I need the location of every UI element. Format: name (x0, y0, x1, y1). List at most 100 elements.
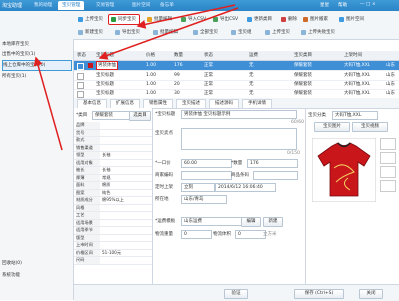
export-items-button[interactable]: 导出宝贝 (112, 27, 144, 38)
edit-template-button[interactable]: 编辑 (241, 217, 261, 227)
tab-image-space[interactable]: 图片空间 (128, 1, 154, 10)
item-category-select[interactable]: 大码T恤,XXL (332, 111, 378, 120)
sidebar-item-warehouse[interactable]: 线上仓库中的宝贝(0) (2, 60, 72, 71)
tab-memo[interactable]: 备忘单 (156, 1, 178, 10)
shipping-template-select[interactable]: 山东运费 (181, 217, 242, 226)
tab-mobile-detail[interactable]: 手机详情 (242, 99, 272, 108)
property-row[interactable]: 材质成分 棉95%以上 (74, 197, 152, 205)
tab-item-management[interactable]: 宝贝管理 (58, 1, 85, 10)
choose-category-button[interactable]: 选类目 (129, 111, 151, 121)
col-status[interactable]: 状态 (204, 51, 213, 60)
tab-trade-management[interactable]: 交易管理 (92, 1, 118, 10)
location-select[interactable]: 山东/青岛 (181, 195, 227, 204)
property-value[interactable]: 棉95%以上 (102, 197, 124, 204)
property-row[interactable]: 尺码 (74, 257, 152, 265)
weight-input[interactable]: 0 (181, 230, 212, 239)
col-listing-time[interactable]: 上架时间 (344, 51, 362, 60)
property-row[interactable]: 货号 (74, 129, 152, 137)
tab-extended-info[interactable]: 扩展信息 (110, 99, 140, 108)
new-item-button[interactable]: 新建宝贝 (75, 27, 107, 38)
row-checkbox[interactable] (77, 82, 84, 89)
property-row[interactable]: 价格区间 51-100元 (74, 249, 152, 257)
sidebar-item-all[interactable]: 所有宝贝(1) (2, 72, 70, 81)
help-link[interactable]: 帮助 (338, 2, 347, 8)
upload-items-filter[interactable]: 上传宝贝 (262, 27, 294, 38)
col-qty[interactable]: 数量 (174, 51, 183, 60)
property-row[interactable]: 领型 长袖 (74, 152, 152, 160)
save-button[interactable]: 保存 (Ctrl+S) (294, 289, 344, 299)
delete-button[interactable]: 删除 (278, 14, 301, 25)
property-value[interactable]: 长袖 (102, 167, 110, 174)
tab-description[interactable]: 宝贝描述 (176, 99, 206, 108)
property-row[interactable]: 适用场景 (74, 219, 152, 227)
shirt-image[interactable] (312, 138, 376, 202)
row-title[interactable]: 宝贝标题 (96, 80, 114, 89)
upload-item-button[interactable]: 上传宝贝 (75, 14, 107, 25)
sidebar-item-on-sale[interactable]: 出售中的宝贝(1) (2, 50, 70, 59)
user-name[interactable]: 星星 (320, 2, 329, 8)
all-items-filter[interactable]: 全部宝贝 (190, 27, 222, 38)
property-row[interactable]: 厚薄 常规 (74, 174, 152, 182)
row-title[interactable]: 宝贝标题 (96, 71, 114, 80)
property-row[interactable]: 袖长 长袖 (74, 167, 152, 175)
tab-description-source[interactable]: 描述源码 (209, 99, 239, 108)
property-value[interactable]: 51-100元 (102, 250, 121, 257)
upload-failed-filter[interactable]: 上传失败宝贝 (298, 27, 339, 38)
tab-item-images[interactable]: 宝贝图片 (314, 122, 350, 132)
thumbnail-slot[interactable] (380, 152, 396, 164)
category-input[interactable]: 保暖套装 (92, 111, 130, 120)
property-value[interactable]: 常规 (102, 175, 110, 182)
col-title[interactable]: 宝贝标题 (96, 51, 114, 60)
thumbnail-slot[interactable] (380, 166, 396, 178)
property-row[interactable]: 适用季节 (74, 227, 152, 235)
barcode-input[interactable] (253, 171, 298, 180)
property-row[interactable]: 工艺 (74, 212, 152, 220)
sidebar-recycle-bin[interactable]: 回收站(0) (2, 259, 70, 268)
table-row[interactable]: 男装体恤 1.00 176 正常 无 保暖套装 大码T恤,XXL 山东 (74, 61, 399, 71)
item-group-filter[interactable]: 宝贝组 (228, 27, 256, 38)
row-checkbox[interactable] (77, 73, 84, 80)
import-csv-button[interactable]: 导入CSV (178, 14, 210, 25)
col-shipping[interactable]: 运费 (249, 51, 258, 60)
col-price[interactable]: 价格 (146, 51, 155, 60)
batch-edit-small-button[interactable]: 批量编辑 (150, 27, 182, 38)
price-input[interactable]: 60.00 (181, 159, 232, 168)
merchant-code-input[interactable] (181, 171, 232, 180)
close-button[interactable]: 关闭 (359, 289, 383, 299)
row-title[interactable]: 宝贝标题 (96, 89, 114, 98)
validate-button[interactable]: 验证 (224, 289, 248, 299)
batch-edit-button[interactable]: 批量编辑 (144, 14, 176, 25)
thumbnail-slot[interactable] (380, 138, 396, 150)
property-row[interactable]: 品牌 (74, 122, 152, 130)
schedule-mode-select[interactable]: 立刻 (181, 183, 215, 192)
property-value[interactable]: 长袖 (102, 152, 110, 159)
new-template-button[interactable]: 新建 (263, 217, 283, 227)
sidebar-system[interactable]: 系统功能 (2, 271, 70, 280)
property-row[interactable]: 图案 纯色 (74, 189, 152, 197)
qty-input[interactable]: 176 (247, 159, 298, 168)
tab-basic-info[interactable]: 基本信息 (77, 99, 107, 108)
tab-sales-props[interactable]: 销售属性 (143, 99, 173, 108)
property-row[interactable]: 销售渠道 (74, 144, 152, 152)
row-title[interactable]: 男装体恤 (96, 61, 118, 70)
thumbnail-slot[interactable] (380, 180, 396, 192)
col-category[interactable]: 宝贝类目 (294, 51, 312, 60)
row-checkbox[interactable] (77, 91, 84, 98)
title-input[interactable]: 男装体恤 宝贝标题示例 (181, 110, 297, 119)
volume-input[interactable]: 0 (235, 230, 266, 239)
update-category-button[interactable]: 更新类目 (244, 14, 276, 25)
property-row[interactable]: 款式 (74, 137, 152, 145)
row-checkbox[interactable] (77, 63, 84, 70)
image-space-button[interactable]: 图片空间 (336, 14, 368, 25)
window-controls[interactable]: — □ × (360, 2, 376, 7)
property-row[interactable]: 面料 棉质 (74, 182, 152, 190)
property-value[interactable]: 纯色 (102, 190, 110, 197)
sell-point-input[interactable] (181, 128, 297, 150)
image-move-button[interactable]: 图片搬家 (300, 14, 332, 25)
sidebar-item-local[interactable]: 本地库存宝贝 (2, 40, 70, 49)
export-csv-button[interactable]: 导出CSV (210, 14, 242, 25)
property-value[interactable]: 棉质 (102, 182, 110, 189)
property-row[interactable]: 适用对象 (74, 159, 152, 167)
tab-item-video[interactable]: 宝贝视频 (352, 122, 388, 132)
sync-item-button[interactable]: 同步宝贝 (108, 14, 140, 25)
